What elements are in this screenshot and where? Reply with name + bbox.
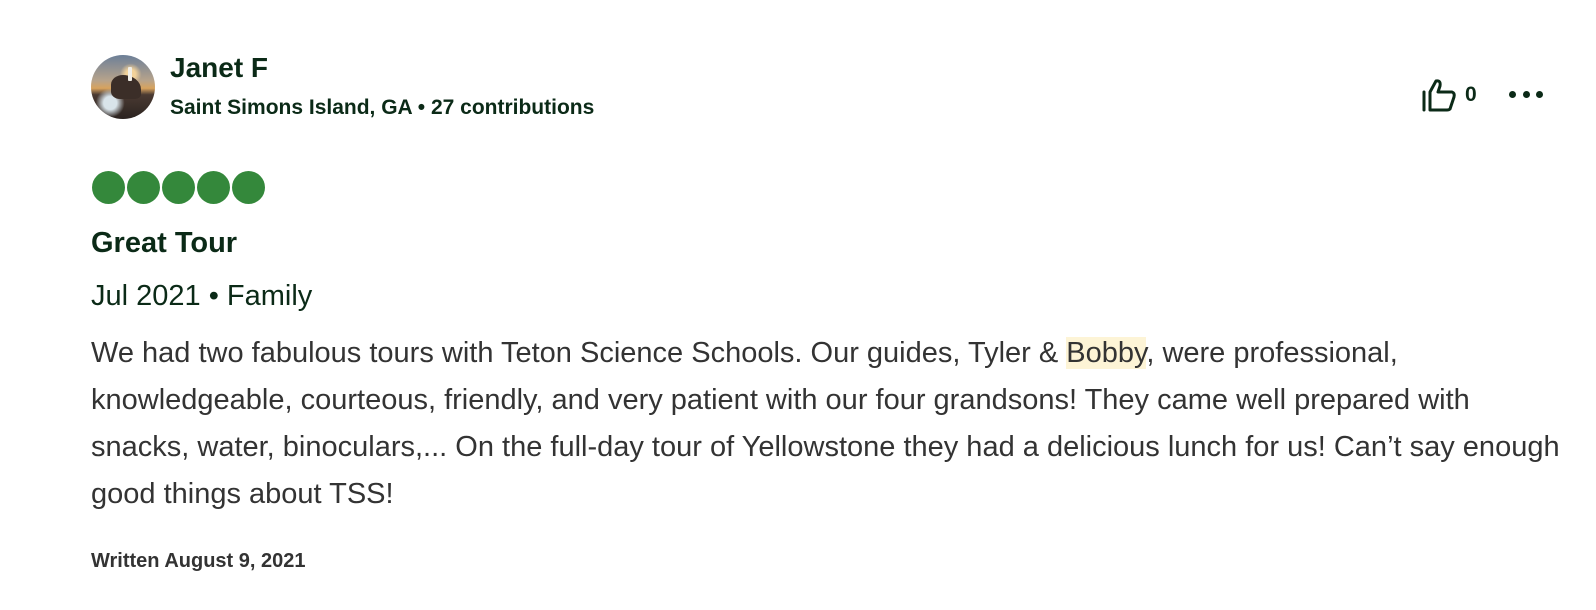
avatar-rock — [111, 75, 141, 99]
helpful-count: 0 — [1465, 83, 1477, 106]
avatar[interactable] — [91, 55, 155, 119]
more-dot — [1522, 90, 1530, 98]
author-name[interactable]: Janet F — [170, 52, 268, 84]
written-date: Written August 9, 2021 — [91, 550, 306, 572]
thumbs-up-icon — [1422, 79, 1456, 112]
trip-info: Jul 2021 • Family — [91, 280, 313, 312]
highlighted-keyword: Bobby — [1066, 337, 1147, 369]
review-body-text: We had two fabulous tours with Teton Sci… — [91, 337, 1067, 369]
rating-bubble-filled — [92, 171, 125, 204]
review-title[interactable]: Great Tour — [91, 227, 237, 260]
review-body: We had two fabulous tours with Teton Sci… — [91, 330, 1571, 518]
rating-bubble-filled — [232, 171, 265, 204]
rating-bubbles — [92, 171, 265, 204]
rating-bubble-filled — [162, 171, 195, 204]
helpful-vote-button[interactable]: 0 — [1421, 78, 1477, 112]
review-card: Janet F Saint Simons Island, GA • 27 con… — [91, 0, 1571, 610]
avatar-lighthouse — [128, 67, 132, 81]
author-meta: Saint Simons Island, GA • 27 contributio… — [170, 96, 595, 119]
rating-bubble-filled — [197, 171, 230, 204]
more-options-icon[interactable] — [1509, 82, 1543, 106]
rating-bubble-filled — [127, 171, 160, 204]
more-dot — [1536, 90, 1543, 98]
more-dot — [1509, 90, 1516, 98]
